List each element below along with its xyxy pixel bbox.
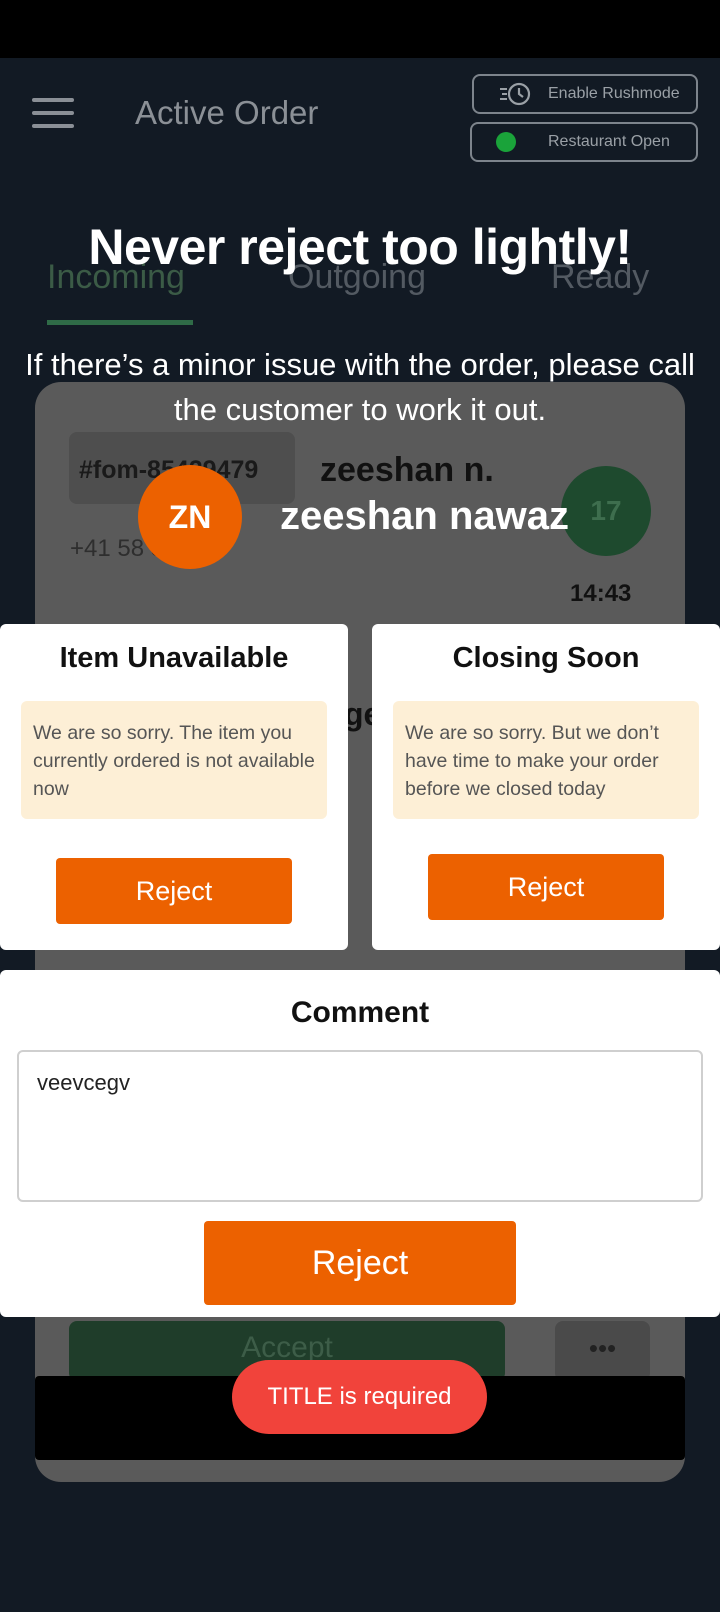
enable-rushmode-label: Enable Rushmode (548, 85, 680, 102)
status-dot-icon (496, 132, 516, 152)
more-options-button[interactable]: ••• (555, 1321, 650, 1381)
comment-input[interactable]: veevcegv (17, 1050, 703, 1202)
error-toast: TITLE is required (232, 1360, 487, 1434)
dialog-subline: If there’s a minor issue with the order,… (25, 347, 695, 427)
reason-title: Item Unavailable (59, 642, 289, 674)
reject-with-comment-button[interactable]: Reject (204, 1221, 516, 1305)
reason-title: Closing Soon (452, 642, 640, 674)
restaurant-status-label: Restaurant Open (548, 133, 670, 150)
avatar: ZN (138, 465, 242, 569)
comment-title: Comment (290, 996, 430, 1029)
reject-closing-soon-button[interactable]: Reject (428, 854, 664, 920)
reason-message: We are so sorry. But we don’t have time … (393, 701, 699, 819)
comment-panel: Comment veevcegv Reject (0, 970, 720, 1317)
rush-clock-icon (500, 82, 531, 106)
restaurant-status-button[interactable]: Restaurant Open (470, 122, 698, 162)
dialog-headline: Never reject too lightly! (88, 219, 632, 275)
reason-message: We are so sorry. The item you currently … (21, 701, 327, 819)
reason-card-item-unavailable: Item Unavailable We are so sorry. The it… (0, 624, 348, 950)
page-title: Active Order (135, 94, 319, 131)
reject-item-unavailable-button[interactable]: Reject (56, 858, 292, 924)
enable-rushmode-button[interactable]: Enable Rushmode (472, 74, 698, 114)
status-bar (0, 0, 720, 58)
reason-card-closing-soon: Closing Soon We are so sorry. But we don… (372, 624, 720, 950)
customer-full-name: zeeshan nawaz (280, 494, 570, 538)
item-count-badge: 17 (561, 466, 651, 556)
order-time: 14:43 (570, 580, 632, 607)
menu-icon[interactable] (32, 98, 74, 128)
customer-short-name: zeeshan n. (320, 451, 494, 489)
active-tab-indicator (47, 320, 193, 325)
